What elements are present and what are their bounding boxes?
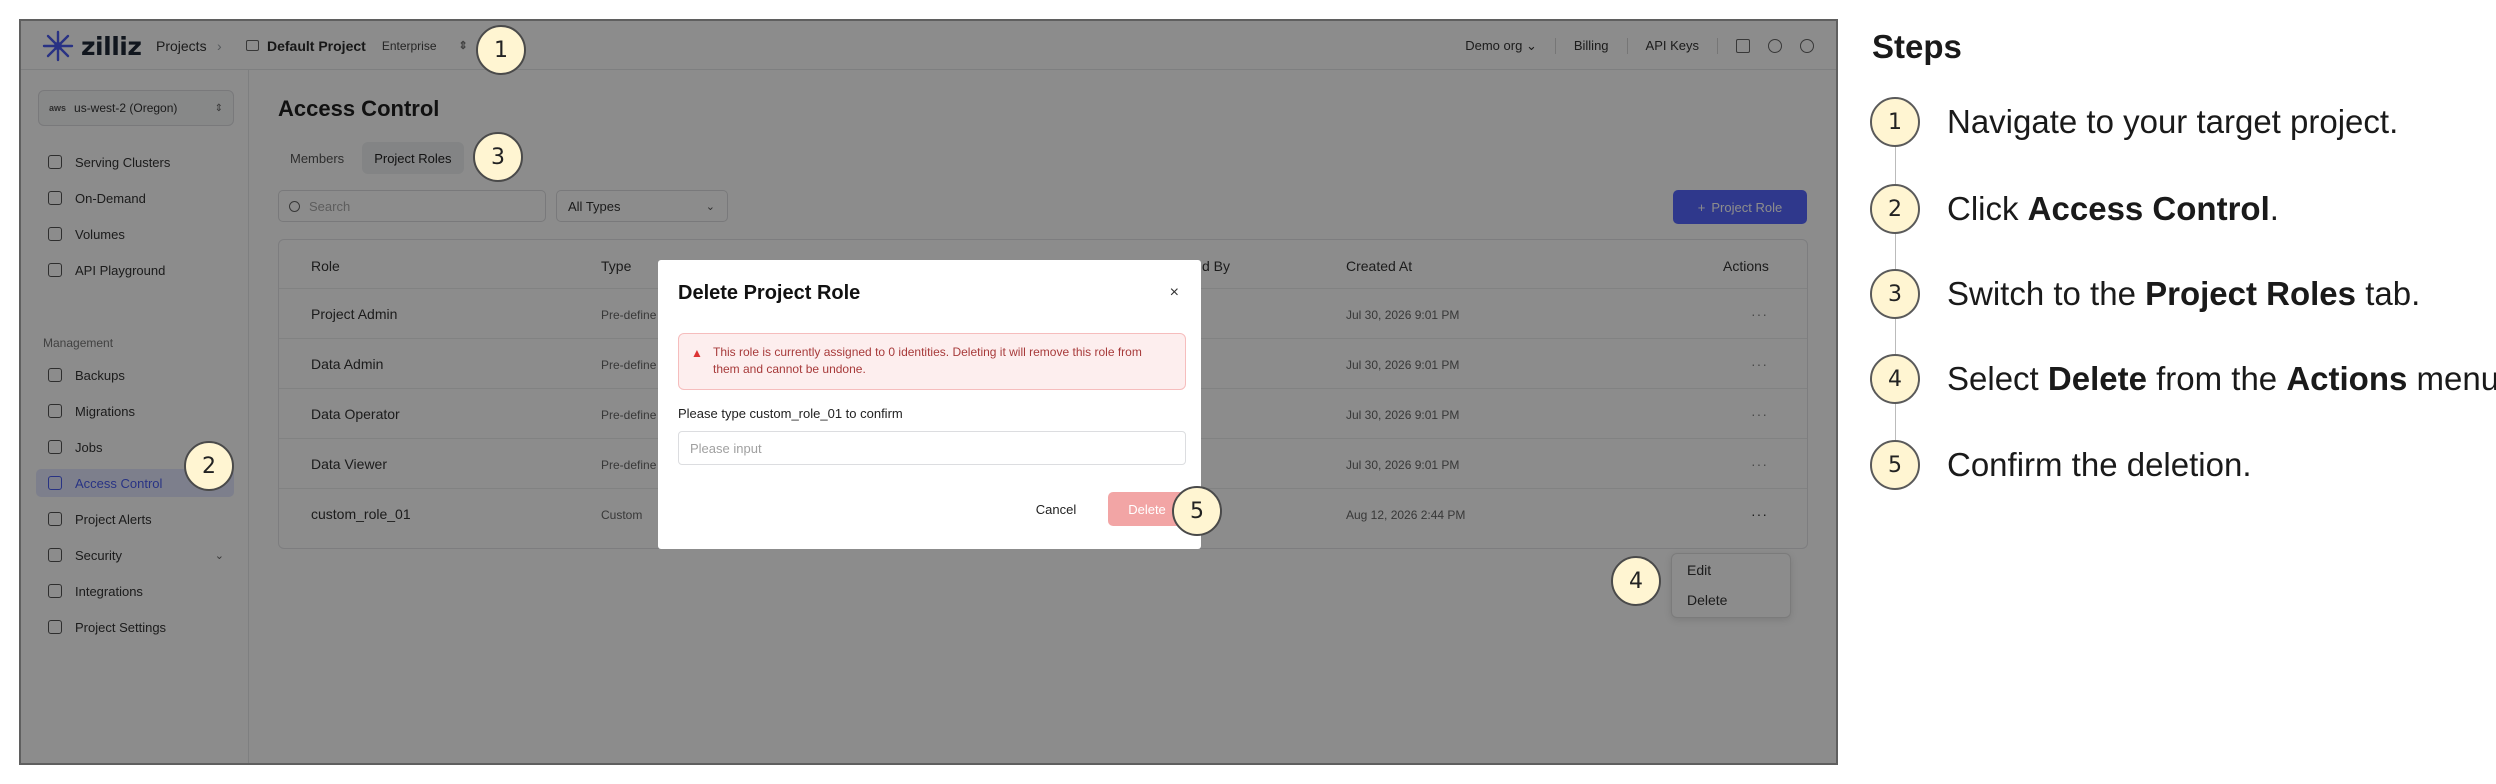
dialog-title: Delete Project Role — [678, 282, 861, 304]
step-number: 3 — [1870, 269, 1920, 319]
confirm-input-placeholder: Please input — [690, 440, 762, 456]
step-text-part: Confirm the deletion. — [1947, 446, 2252, 483]
step-2: 2 Click Access Control. — [1870, 184, 2279, 234]
step-marker-3: 3 — [473, 132, 523, 182]
step-text-part: . — [2269, 190, 2279, 227]
zilliz-console: zilliz Projects › Default Project Enterp… — [21, 21, 1836, 763]
step-text: Click Access Control. — [1947, 190, 2279, 228]
step-text-part: from the — [2146, 360, 2287, 397]
cancel-button[interactable]: Cancel — [1024, 492, 1088, 526]
tutorial-figure: zilliz Projects › Default Project Enterp… — [0, 0, 2496, 784]
screenshot-frame: zilliz Projects › Default Project Enterp… — [19, 19, 1838, 765]
step-number: 4 — [1870, 354, 1920, 404]
step-marker-5: 5 — [1172, 486, 1222, 536]
close-icon[interactable]: × — [1170, 284, 1179, 302]
step-text: Select Delete from the Actions menu. — [1947, 360, 2496, 398]
confirm-label: Please type custom_role_01 to confirm — [678, 406, 903, 421]
warning-alert: ▲ This role is currently assigned to 0 i… — [678, 333, 1186, 390]
step-marker-2: 2 — [184, 441, 234, 491]
step-text-part: Select — [1947, 360, 2048, 397]
confirm-input[interactable]: Please input — [678, 431, 1186, 465]
step-text: Navigate to your target project. — [1947, 103, 2398, 141]
step-3: 3 Switch to the Project Roles tab. — [1870, 269, 2420, 319]
step-1: 1 Navigate to your target project. — [1870, 97, 2398, 147]
warning-text: This role is currently assigned to 0 ide… — [713, 345, 1142, 376]
step-text-part: Click — [1947, 190, 2028, 227]
step-marker-1: 1 — [476, 25, 526, 75]
steps-title: Steps — [1872, 28, 1962, 65]
step-text-part: Switch to the — [1947, 275, 2146, 312]
step-text-part: tab. — [2356, 275, 2421, 312]
step-marker-4: 4 — [1611, 556, 1661, 606]
step-text-part: menu. — [2416, 360, 2496, 397]
step-text-bold: Access Control — [2027, 190, 2270, 227]
warning-icon: ▲ — [691, 346, 703, 360]
step-text: Confirm the deletion. — [1947, 446, 2252, 484]
step-number: 2 — [1870, 184, 1920, 234]
step-text: Switch to the Project Roles tab. — [1947, 275, 2420, 313]
step-text-bold: Project Roles — [2145, 275, 2357, 312]
step-number: 1 — [1870, 97, 1920, 147]
step-text-bold: Delete — [2047, 360, 2147, 397]
step-number: 5 — [1870, 440, 1920, 490]
step-text-bold: Actions — [2286, 360, 2408, 397]
delete-role-dialog: Delete Project Role × ▲ This role is cur… — [658, 260, 1201, 549]
step-5: 5 Confirm the deletion. — [1870, 440, 2252, 490]
step-4: 4 Select Delete from the Actions menu. — [1870, 354, 2496, 404]
step-text-part: Navigate to your target project. — [1947, 103, 2399, 140]
